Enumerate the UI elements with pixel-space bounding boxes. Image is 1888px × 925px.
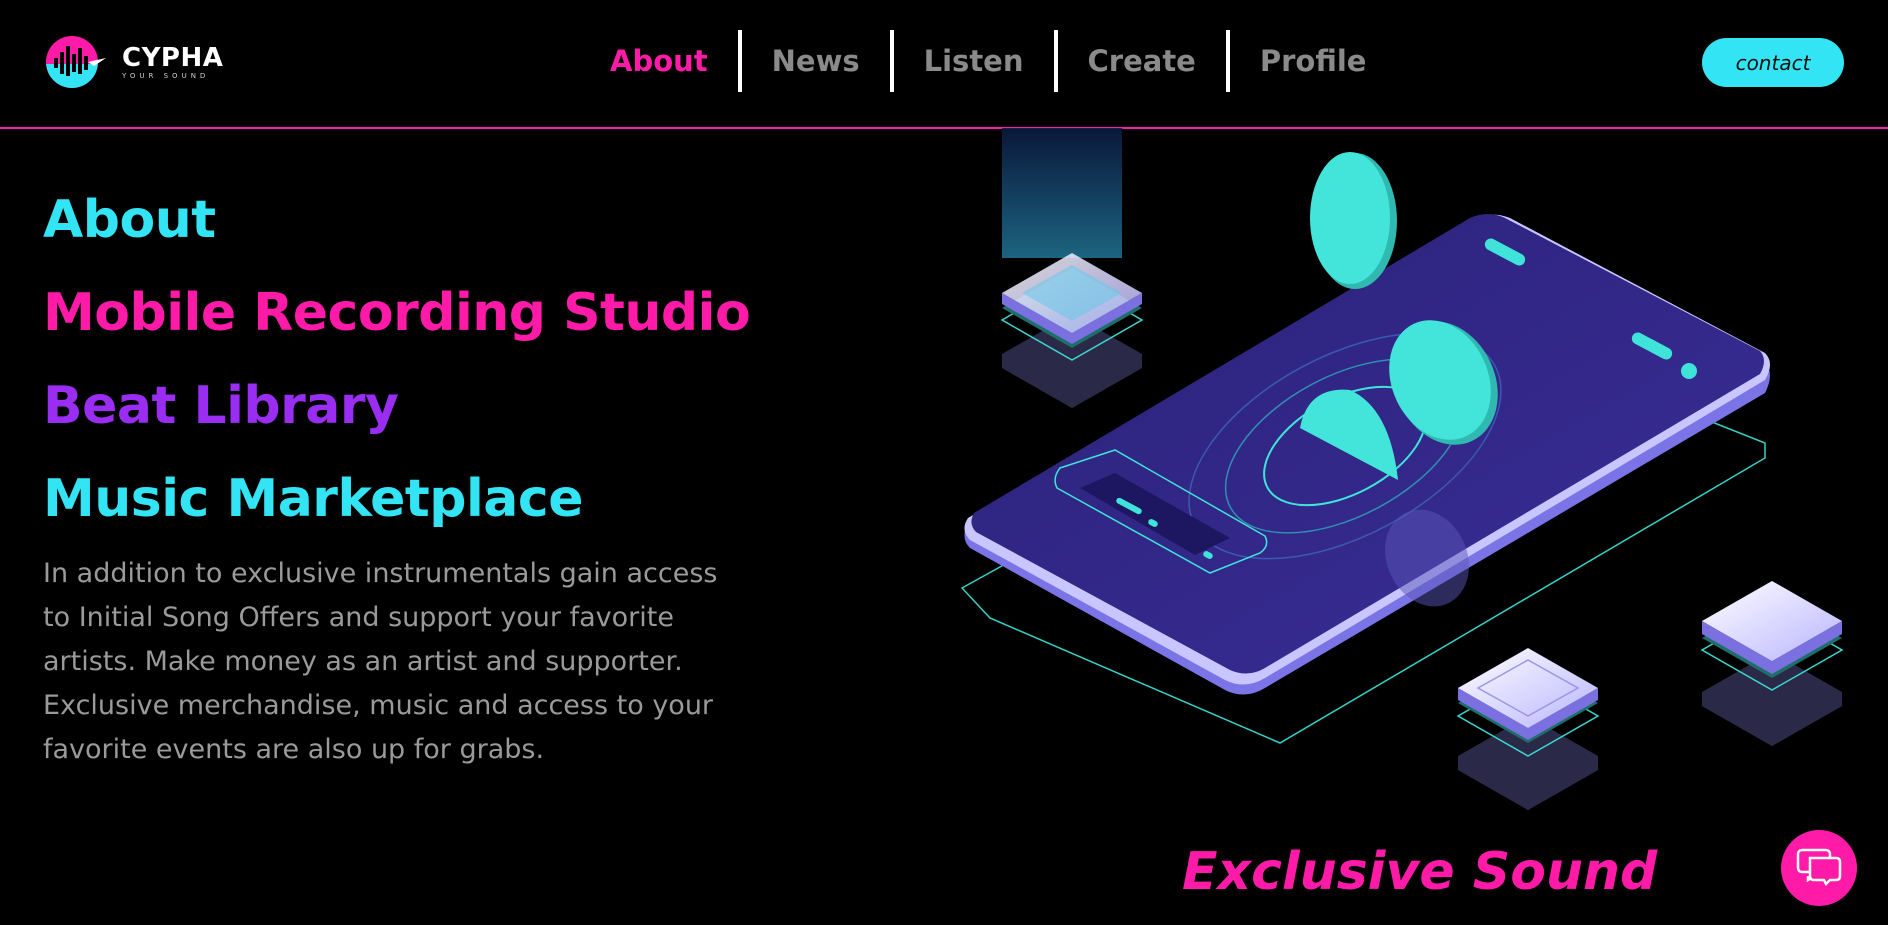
floating-tile-left (1000, 253, 1144, 408)
main-nav: About News Listen Create Profile (580, 30, 1396, 92)
nav-item-about[interactable]: About (580, 44, 738, 78)
nav-item-news[interactable]: News (742, 44, 890, 78)
site-header: CYPHA YOUR SOUND About News Listen Creat… (0, 0, 1888, 129)
exclusive-sound-tagline: Exclusive Sound (1182, 842, 1658, 902)
phone-illustration (930, 128, 1870, 848)
brand-name: CYPHA (122, 42, 224, 73)
soundwave-logo-icon (44, 34, 108, 90)
heading-mobile-recording-studio: Mobile Recording Studio (43, 283, 751, 343)
heading-music-marketplace: Music Marketplace (43, 469, 584, 529)
nav-item-profile[interactable]: Profile (1230, 44, 1397, 78)
heading-about: About (43, 190, 216, 250)
floating-tile-middle (1456, 648, 1600, 810)
chat-bubbles-icon (1796, 846, 1842, 890)
nav-item-listen[interactable]: Listen (894, 44, 1054, 78)
nav-item-create[interactable]: Create (1058, 44, 1226, 78)
chat-button[interactable] (1781, 830, 1857, 906)
floating-tile-right (1700, 581, 1844, 746)
brand-tagline: YOUR SOUND (122, 71, 210, 80)
brand-logo[interactable]: CYPHA YOUR SOUND (44, 34, 223, 90)
heading-beat-library: Beat Library (43, 376, 399, 436)
contact-button[interactable]: contact (1702, 38, 1844, 87)
hero-description: In addition to exclusive instrumentals g… (43, 558, 718, 765)
